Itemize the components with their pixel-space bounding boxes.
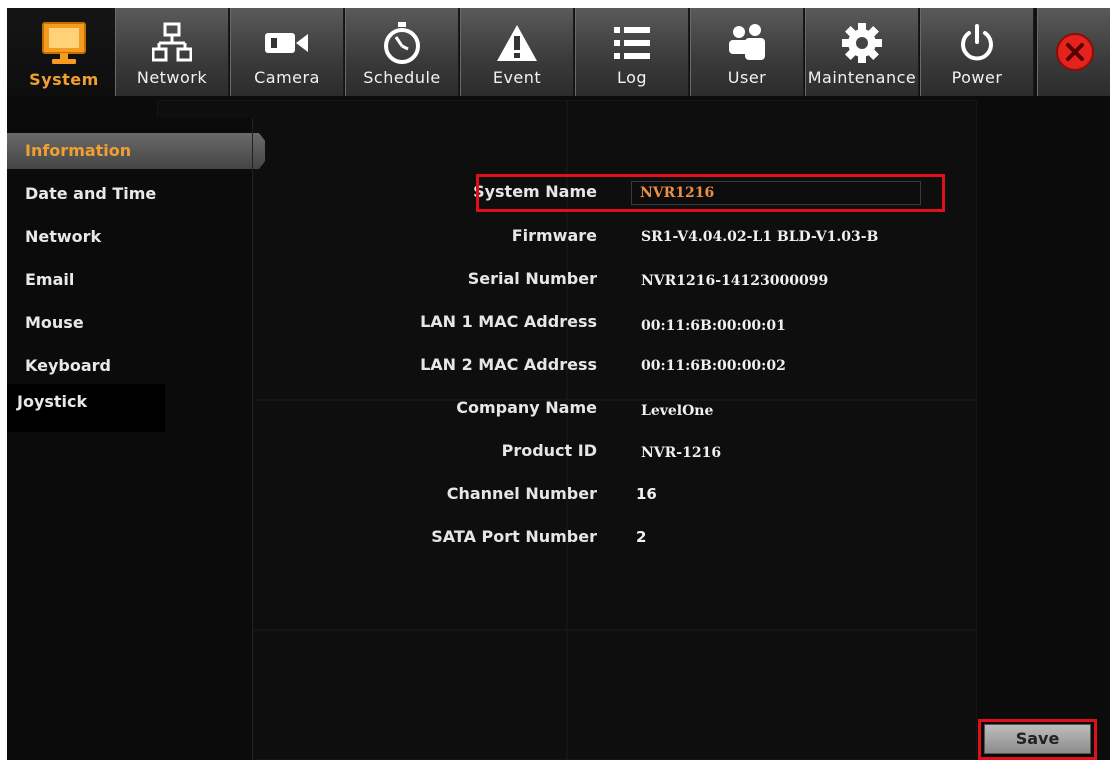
background-camera-tile (567, 630, 977, 760)
network-icon (116, 18, 228, 68)
save-highlight (978, 719, 1097, 760)
warning-icon (461, 18, 573, 68)
sidebar-item-mouse[interactable]: Mouse (7, 305, 84, 341)
lan1-mac-value: 00:11:6B:00:00:01 (641, 318, 786, 334)
tab-schedule[interactable]: Schedule (345, 8, 459, 96)
sata-port-number-label: SATA Port Number (431, 527, 597, 546)
tab-log[interactable]: Log (575, 8, 689, 96)
channel-number-label: Channel Number (446, 484, 597, 503)
company-name-label: Company Name (456, 398, 597, 417)
sidebar-item-date-and-time[interactable]: Date and Time (7, 176, 156, 212)
background-camera-tile (567, 100, 977, 400)
top-toolbar: System Network Camera Schedule Event Log… (7, 8, 1110, 96)
close-button[interactable] (1037, 8, 1110, 96)
firmware-value: SR1-V4.04.02-L1 BLD-V1.03-B (641, 229, 879, 245)
users-icon (691, 18, 803, 68)
tab-power[interactable]: Power (920, 8, 1034, 96)
tab-camera[interactable]: Camera (230, 8, 344, 96)
firmware-label: Firmware (511, 226, 597, 245)
lan1-mac-label: LAN 1 MAC Address (420, 312, 597, 331)
monitor-icon (7, 18, 121, 68)
sidebar-divider (252, 118, 253, 760)
background-camera-tile (567, 400, 977, 630)
sidebar: Information Date and Time Network Email … (7, 118, 265, 760)
tab-label: Schedule (363, 68, 441, 87)
tab-network[interactable]: Network (115, 8, 229, 96)
gear-icon (806, 18, 918, 68)
lan2-mac-value: 00:11:6B:00:00:02 (641, 358, 786, 374)
tab-user[interactable]: User (690, 8, 804, 96)
sidebar-item-network[interactable]: Network (7, 219, 101, 255)
list-icon (576, 18, 688, 68)
tab-label: Camera (254, 68, 320, 87)
power-icon (921, 18, 1033, 68)
camera-icon (231, 18, 343, 68)
lan2-mac-label: LAN 2 MAC Address (420, 355, 597, 374)
stopwatch-icon (346, 18, 458, 68)
tab-label: Network (136, 68, 208, 87)
serial-number-value: NVR1216-14123000099 (641, 273, 829, 289)
close-icon (1056, 33, 1094, 71)
company-name-value: LevelOne (641, 403, 714, 419)
nvr-window: System Network Camera Schedule Event Log… (7, 8, 1110, 760)
system-name-highlight (476, 174, 945, 212)
sidebar-item-joystick[interactable]: Joystick (7, 384, 165, 432)
tab-maintenance[interactable]: Maintenance (805, 8, 919, 96)
channel-number-value: 16 (636, 485, 657, 503)
tab-label: System (29, 70, 99, 89)
tab-label: User (727, 68, 767, 87)
sidebar-item-email[interactable]: Email (7, 262, 74, 298)
tab-label: Power (951, 68, 1003, 87)
tab-label: Log (616, 68, 648, 87)
serial-number-label: Serial Number (467, 269, 597, 288)
tab-label: Event (492, 68, 542, 87)
sata-port-number-value: 2 (636, 528, 647, 546)
sidebar-item-keyboard[interactable]: Keyboard (7, 348, 111, 384)
tab-event[interactable]: Event (460, 8, 574, 96)
product-id-label: Product ID (501, 441, 597, 460)
sidebar-item-information[interactable]: Information (7, 133, 265, 169)
tab-label: Maintenance (807, 68, 917, 87)
tab-system[interactable]: System (7, 8, 121, 96)
product-id-value: NVR-1216 (641, 445, 722, 461)
